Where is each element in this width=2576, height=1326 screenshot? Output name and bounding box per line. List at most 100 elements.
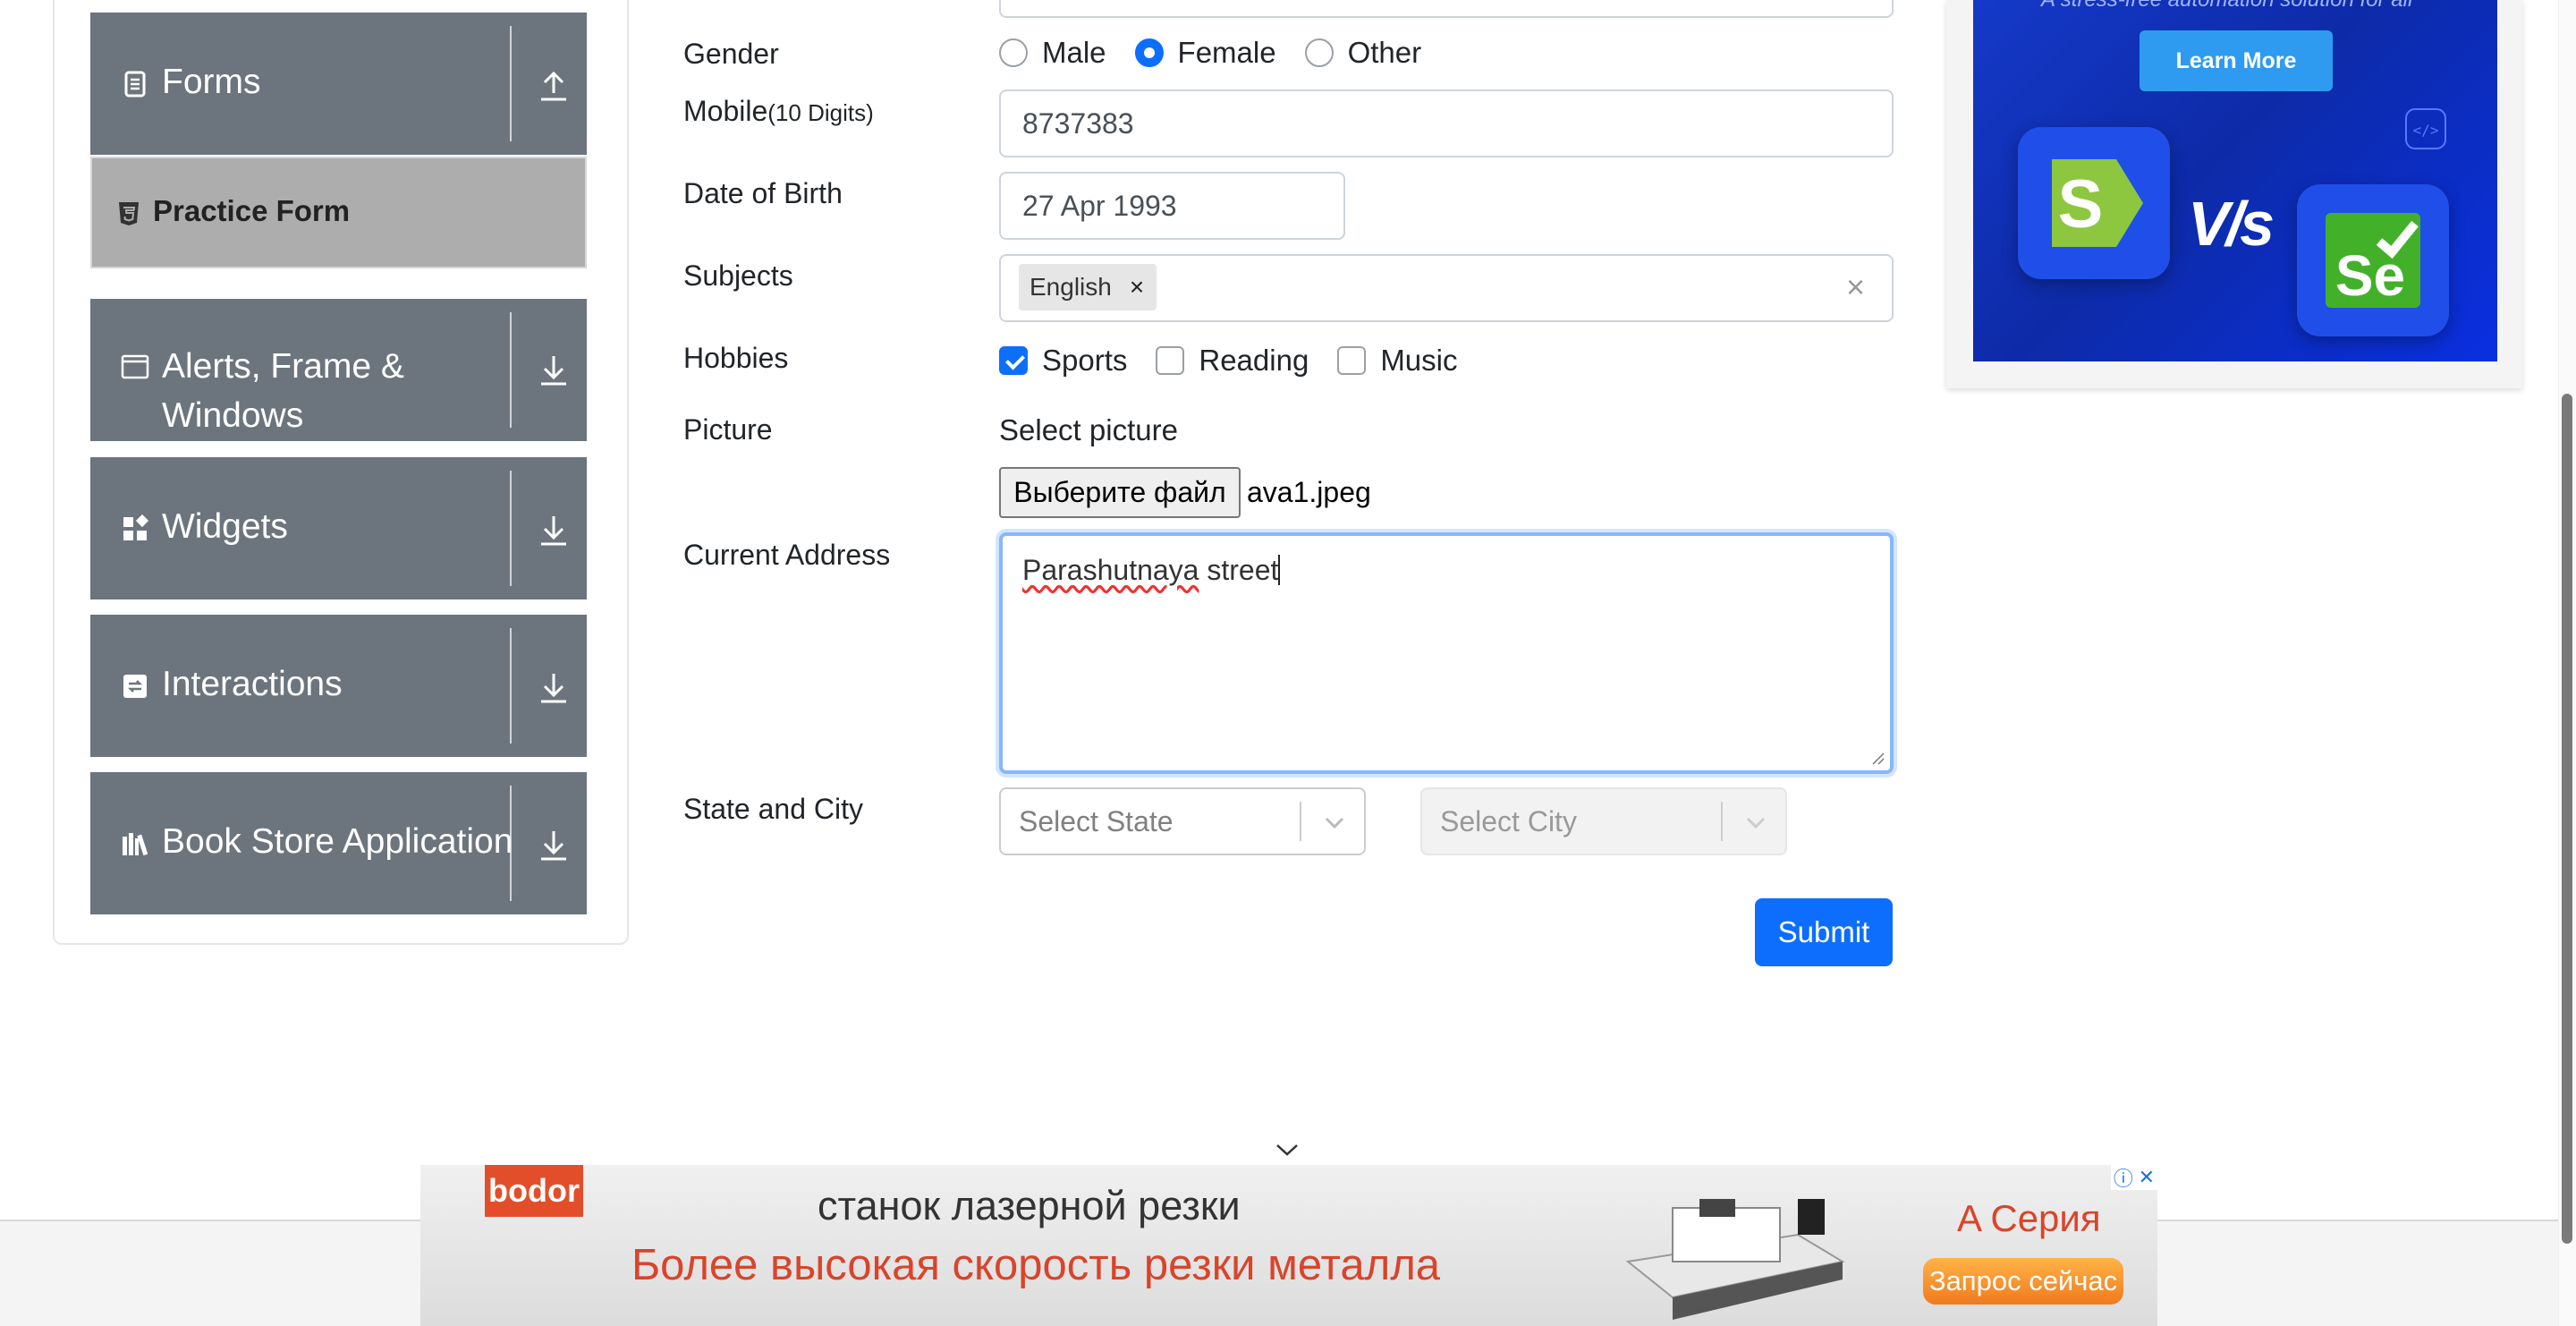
download-arrow-icon[interactable] [536, 513, 572, 548]
city-select[interactable]: Select City [1420, 787, 1787, 855]
checkbox-label: Music [1380, 344, 1458, 377]
subjects-label: Subjects [683, 259, 793, 292]
select-separator [1300, 802, 1301, 841]
download-arrow-icon[interactable] [536, 670, 572, 706]
select-picture-text: Select picture [999, 413, 1178, 446]
state-placeholder: Select State [1019, 804, 1174, 837]
hobbies-checkbox-group: Sports Reading Music [999, 344, 1487, 378]
state-city-label: State and City [683, 793, 863, 825]
subject-chip-label: English [1030, 273, 1112, 301]
choose-file-button[interactable]: Выберите файл [999, 467, 1241, 518]
gender-option-male[interactable]: Male [999, 36, 1106, 70]
selenium-logo: Se [2297, 184, 2449, 336]
sidebar-group-interactions[interactable]: Interactions [90, 615, 587, 757]
sidebar-group-forms[interactable]: Forms [90, 13, 587, 155]
ad-request-button[interactable]: Запрос сейчас [1923, 1258, 2123, 1305]
dob-label: Date of Birth [683, 177, 843, 209]
mobile-input[interactable]: 8737383 [999, 89, 1894, 157]
file-name: ava1.jpeg [1247, 476, 1371, 508]
ad-headline: станок лазерной резки [818, 1183, 1241, 1228]
address-text: street [1199, 554, 1279, 586]
dob-input[interactable]: 27 Apr 1993 [999, 172, 1345, 240]
gender-option-other[interactable]: Other [1304, 36, 1422, 70]
right-ad-banner[interactable]: A stress-free automation solution for al… [1973, 0, 2497, 361]
form-icon [124, 71, 146, 98]
hobby-option-sports[interactable]: Sports [999, 344, 1127, 378]
email-field[interactable] [999, 0, 1894, 18]
html5-icon [119, 202, 139, 225]
upload-arrow-icon[interactable] [536, 68, 572, 104]
sidebar-group-bookstore[interactable]: Book Store Application [90, 772, 587, 914]
hobbies-label: Hobbies [683, 342, 789, 374]
mobile-label-text: Mobile [683, 95, 768, 127]
gender-radio-group: Male Female Other [999, 36, 1450, 70]
mobile-label: Mobile(10 Digits) [683, 95, 874, 128]
gender-label: Gender [683, 38, 779, 70]
katalon-logo-letter: S [2058, 166, 2104, 242]
gender-option-female[interactable]: Female [1134, 36, 1276, 70]
select-separator [1721, 802, 1723, 841]
hobby-option-reading[interactable]: Reading [1156, 344, 1309, 378]
sidebar-group-label: Forms [162, 63, 261, 101]
interactions-icon [123, 675, 147, 698]
city-placeholder: Select City [1440, 804, 1577, 837]
katalon-logo: S [2018, 127, 2170, 279]
sidebar-group-label: Alerts, Frame & [162, 347, 404, 386]
ad-close-icon[interactable]: ✕ [2139, 1166, 2155, 1189]
checkbox-label: Sports [1042, 344, 1128, 377]
female-radio[interactable] [1134, 38, 1164, 67]
group-divider [510, 471, 512, 586]
resize-handle-icon[interactable] [1870, 751, 1885, 765]
reading-checkbox[interactable] [1156, 346, 1185, 375]
radio-label: Male [1042, 36, 1106, 69]
state-select[interactable]: Select State [999, 787, 1366, 855]
chevron-down-icon [1325, 817, 1344, 829]
current-address-textarea[interactable]: Parashutnaya street [996, 529, 1897, 778]
katalon-logo-icon: S [2052, 159, 2143, 247]
radio-label: Female [1177, 36, 1276, 69]
address-text-misspelled: Parashutnaya [1022, 554, 1199, 586]
scrollbar-thumb[interactable] [2562, 394, 2572, 1244]
checkbox-label: Reading [1199, 344, 1309, 377]
sidebar-group-label: Book Store Application [162, 822, 513, 861]
learn-more-button[interactable]: Learn More [2140, 30, 2333, 91]
versus-text: V/s [2188, 189, 2275, 259]
chevron-down-icon [1746, 817, 1766, 829]
ad-series: A Серия [1957, 1197, 2101, 1239]
ad-info-icon[interactable]: ⓘ [2114, 1165, 2133, 1192]
chip-remove-icon[interactable]: × [1130, 273, 1144, 302]
sidebar-group-alerts[interactable]: Alerts, Frame & Windows [90, 299, 587, 441]
radio-label: Other [1347, 36, 1422, 69]
mobile-hint: (10 Digits) [767, 99, 874, 126]
sports-checkbox[interactable] [999, 346, 1028, 375]
male-radio[interactable] [999, 38, 1028, 67]
subject-chip: English × [1019, 264, 1157, 310]
picture-label: Picture [683, 413, 773, 446]
selenium-logo-icon: Se [2326, 213, 2420, 308]
hobby-option-music[interactable]: Music [1337, 344, 1458, 378]
other-radio[interactable] [1304, 38, 1334, 67]
music-checkbox[interactable] [1337, 346, 1367, 375]
sidebar-item-label: Practice Form [153, 194, 351, 227]
ad-subheadline: Более высокая скорость резки металла [631, 1241, 1441, 1289]
clear-subjects-icon[interactable]: × [1846, 268, 1865, 306]
window-icon [121, 354, 149, 379]
group-divider [510, 312, 512, 428]
bodor-logo: bodor [485, 1165, 583, 1217]
submit-button[interactable]: Submit [1755, 898, 1893, 966]
current-address-label: Current Address [683, 539, 891, 571]
download-arrow-icon[interactable] [536, 353, 572, 388]
bottom-ad-banner[interactable]: bodor станок лазерной резки Более высока… [420, 1165, 2157, 1326]
widgets-icon [123, 514, 149, 540]
sidebar-group-widgets[interactable]: Widgets [90, 457, 587, 599]
sidebar-item-practice-form[interactable]: Practice Form [90, 157, 587, 268]
download-arrow-icon[interactable] [536, 828, 572, 863]
chevron-down-icon[interactable] [1274, 1136, 1301, 1163]
laser-machine-image [1625, 1199, 1845, 1320]
ad-tagline: A stress-free automation solution for al… [2041, 0, 2412, 13]
sidebar-group-label-line2: Windows [162, 396, 304, 435]
text-caret [1278, 555, 1281, 585]
svg-text:</>: </> [2413, 122, 2439, 139]
group-divider [510, 26, 512, 141]
group-divider [510, 628, 512, 744]
